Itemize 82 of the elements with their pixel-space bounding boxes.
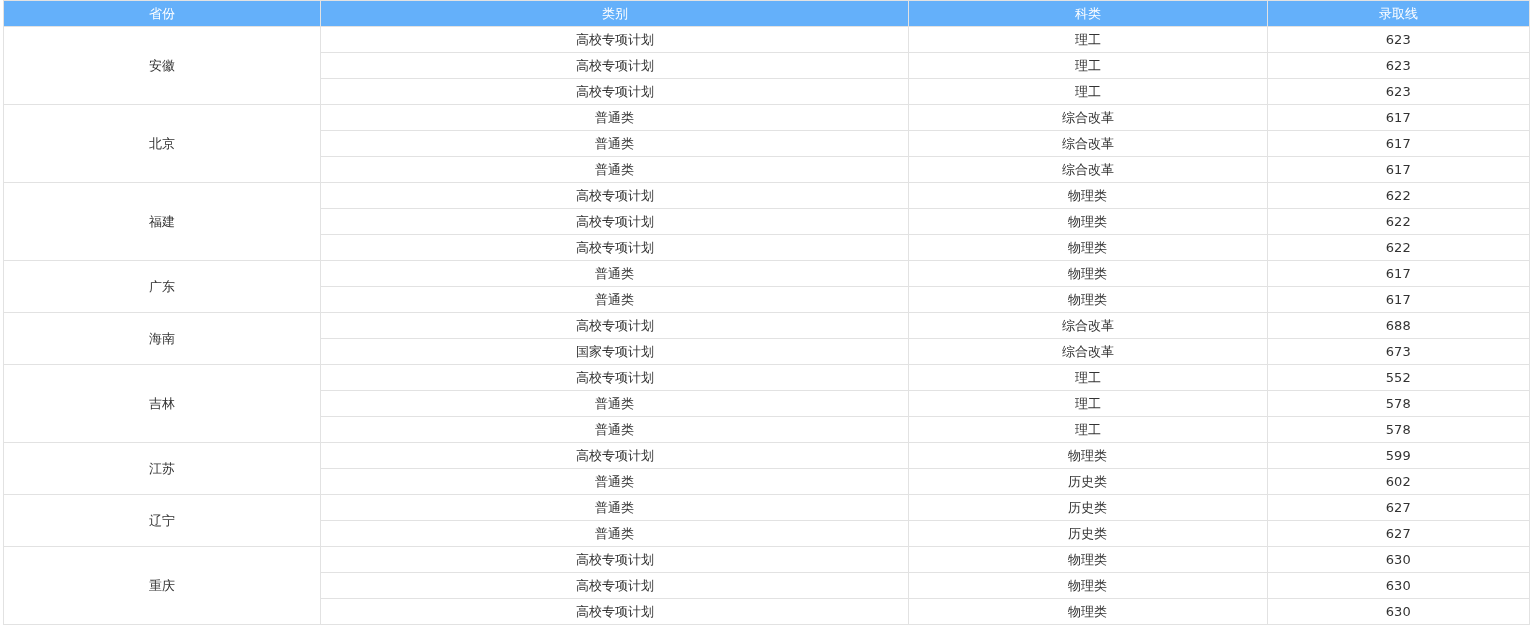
province-cell: 辽宁 xyxy=(3,494,321,547)
table-cell: 高校专项计划 xyxy=(320,546,909,573)
table-cell: 688 xyxy=(1267,312,1530,339)
table-cell: 高校专项计划 xyxy=(320,572,909,599)
table-cell: 综合改革 xyxy=(908,338,1267,365)
table-cell: 627 xyxy=(1267,520,1530,547)
table-cell: 物理类 xyxy=(908,182,1267,209)
table-cell: 理工 xyxy=(908,78,1267,105)
table-cell: 理工 xyxy=(908,390,1267,417)
table-cell: 物理类 xyxy=(908,234,1267,261)
table-cell: 高校专项计划 xyxy=(320,364,909,391)
table-cell: 高校专项计划 xyxy=(320,78,909,105)
table-cell: 普通类 xyxy=(320,286,909,313)
table-cell: 历史类 xyxy=(908,520,1267,547)
province-cell: 北京 xyxy=(3,104,321,183)
table-cell: 高校专项计划 xyxy=(320,26,909,53)
table-cell: 普通类 xyxy=(320,494,909,521)
table-cell: 普通类 xyxy=(320,390,909,417)
table-cell: 普通类 xyxy=(320,468,909,495)
table-cell: 617 xyxy=(1267,104,1530,131)
table-cell: 普通类 xyxy=(320,416,909,443)
table-cell: 高校专项计划 xyxy=(320,234,909,261)
column-header: 录取线 xyxy=(1267,0,1530,27)
table-cell: 普通类 xyxy=(320,520,909,547)
province-cell: 安徽 xyxy=(3,26,321,105)
table-cell: 622 xyxy=(1267,234,1530,261)
table-cell: 综合改革 xyxy=(908,312,1267,339)
table-cell: 578 xyxy=(1267,416,1530,443)
column-header: 类别 xyxy=(320,0,909,27)
table-cell: 历史类 xyxy=(908,468,1267,495)
table-cell: 高校专项计划 xyxy=(320,182,909,209)
table-cell: 617 xyxy=(1267,286,1530,313)
table-cell: 理工 xyxy=(908,52,1267,79)
table-cell: 物理类 xyxy=(908,286,1267,313)
province-cell: 吉林 xyxy=(3,364,321,443)
table-cell: 综合改革 xyxy=(908,130,1267,157)
table-cell: 630 xyxy=(1267,546,1530,573)
table-cell: 602 xyxy=(1267,468,1530,495)
table-cell: 物理类 xyxy=(908,598,1267,625)
table-cell: 高校专项计划 xyxy=(320,442,909,469)
table-cell: 普通类 xyxy=(320,156,909,183)
column-header: 科类 xyxy=(908,0,1267,27)
table-cell: 630 xyxy=(1267,572,1530,599)
table-cell: 历史类 xyxy=(908,494,1267,521)
column-header: 省份 xyxy=(3,0,321,27)
table-cell: 578 xyxy=(1267,390,1530,417)
table-cell: 高校专项计划 xyxy=(320,208,909,235)
table-cell: 552 xyxy=(1267,364,1530,391)
table-cell: 高校专项计划 xyxy=(320,312,909,339)
province-cell: 福建 xyxy=(3,182,321,261)
province-cell: 海南 xyxy=(3,312,321,365)
table-cell: 高校专项计划 xyxy=(320,52,909,79)
table-cell: 普通类 xyxy=(320,130,909,157)
table-cell: 综合改革 xyxy=(908,104,1267,131)
table-cell: 623 xyxy=(1267,78,1530,105)
table-cell: 630 xyxy=(1267,598,1530,625)
table-cell: 622 xyxy=(1267,182,1530,209)
table-cell: 623 xyxy=(1267,52,1530,79)
table-cell: 高校专项计划 xyxy=(320,598,909,625)
province-cell: 广东 xyxy=(3,260,321,313)
table-cell: 622 xyxy=(1267,208,1530,235)
table-cell: 623 xyxy=(1267,26,1530,53)
table-cell: 物理类 xyxy=(908,546,1267,573)
table-cell: 物理类 xyxy=(908,572,1267,599)
table-cell: 物理类 xyxy=(908,208,1267,235)
table-cell: 627 xyxy=(1267,494,1530,521)
table-cell: 综合改革 xyxy=(908,156,1267,183)
province-cell: 江苏 xyxy=(3,442,321,495)
table-cell: 617 xyxy=(1267,130,1530,157)
table-cell: 物理类 xyxy=(908,260,1267,287)
table-cell: 673 xyxy=(1267,338,1530,365)
table-cell: 617 xyxy=(1267,260,1530,287)
table-cell: 物理类 xyxy=(908,442,1267,469)
table-cell: 理工 xyxy=(908,26,1267,53)
table-cell: 理工 xyxy=(908,416,1267,443)
table-cell: 617 xyxy=(1267,156,1530,183)
table-cell: 理工 xyxy=(908,364,1267,391)
province-cell: 重庆 xyxy=(3,546,321,625)
table-cell: 普通类 xyxy=(320,260,909,287)
table-cell: 国家专项计划 xyxy=(320,338,909,365)
table-cell: 普通类 xyxy=(320,104,909,131)
table-cell: 599 xyxy=(1267,442,1530,469)
